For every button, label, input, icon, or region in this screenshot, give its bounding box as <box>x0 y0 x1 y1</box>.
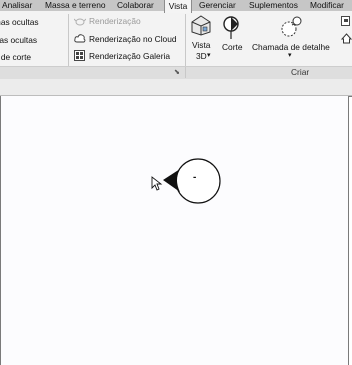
view-3d-label-line1[interactable]: Vista <box>192 40 210 50</box>
tab-gerenciar[interactable]: Gerenciar <box>199 0 236 11</box>
panel-separator <box>68 14 69 66</box>
chevron-down-icon[interactable]: ▾ <box>207 51 211 59</box>
tab-analisar[interactable]: Analisar <box>2 0 32 11</box>
view-3d-icon <box>191 15 211 36</box>
tab-vista[interactable]: Vista <box>164 0 192 13</box>
cut-line-button[interactable]: Linha de corte <box>0 52 31 62</box>
options-bar <box>0 79 352 96</box>
render-cloud-button[interactable]: Renderização no Cloud <box>89 34 177 44</box>
duplicate-view-icon[interactable] <box>341 16 352 27</box>
tab-massa-terreno[interactable]: Massa e terreno <box>45 0 106 11</box>
teapot-render-icon <box>74 18 86 26</box>
tab-colaborar[interactable]: Colaborar <box>117 0 154 11</box>
section-icon <box>223 16 239 39</box>
panel-separator <box>185 14 186 66</box>
section-marker-label: - <box>193 172 197 183</box>
panel-launcher-icon[interactable]: ⬊ <box>174 69 181 76</box>
view-3d-label-line2[interactable]: 3D <box>196 51 207 61</box>
gallery-icon <box>74 50 85 61</box>
ribbon-tab-bar: Analisar Massa e terreno Colaborar Vista… <box>0 0 352 13</box>
remove-hidden-lines-button[interactable]: Remover linhas ocultas <box>0 35 37 45</box>
chevron-down-icon[interactable]: ▾ <box>288 51 292 59</box>
panel-separator <box>185 67 186 78</box>
home-icon[interactable] <box>341 33 352 44</box>
hidden-lines-button[interactable]: Linhas ocultas <box>0 17 39 27</box>
cursor-icon <box>151 176 163 191</box>
callout-icon <box>281 16 302 37</box>
render-button[interactable]: Renderização <box>89 16 141 26</box>
tab-modificar[interactable]: Modificar <box>310 0 344 11</box>
section-button[interactable]: Corte <box>222 42 242 52</box>
create-panel-title: Criar <box>291 67 310 77</box>
render-gallery-button[interactable]: Renderização Galeria <box>89 51 170 61</box>
tab-suplementos[interactable]: Suplementos <box>249 0 298 11</box>
cloud-render-icon <box>74 34 86 43</box>
drawing-canvas[interactable] <box>0 96 349 365</box>
graphics-panel: Linhas ocultas Remover linhas ocultas Li… <box>0 12 66 66</box>
